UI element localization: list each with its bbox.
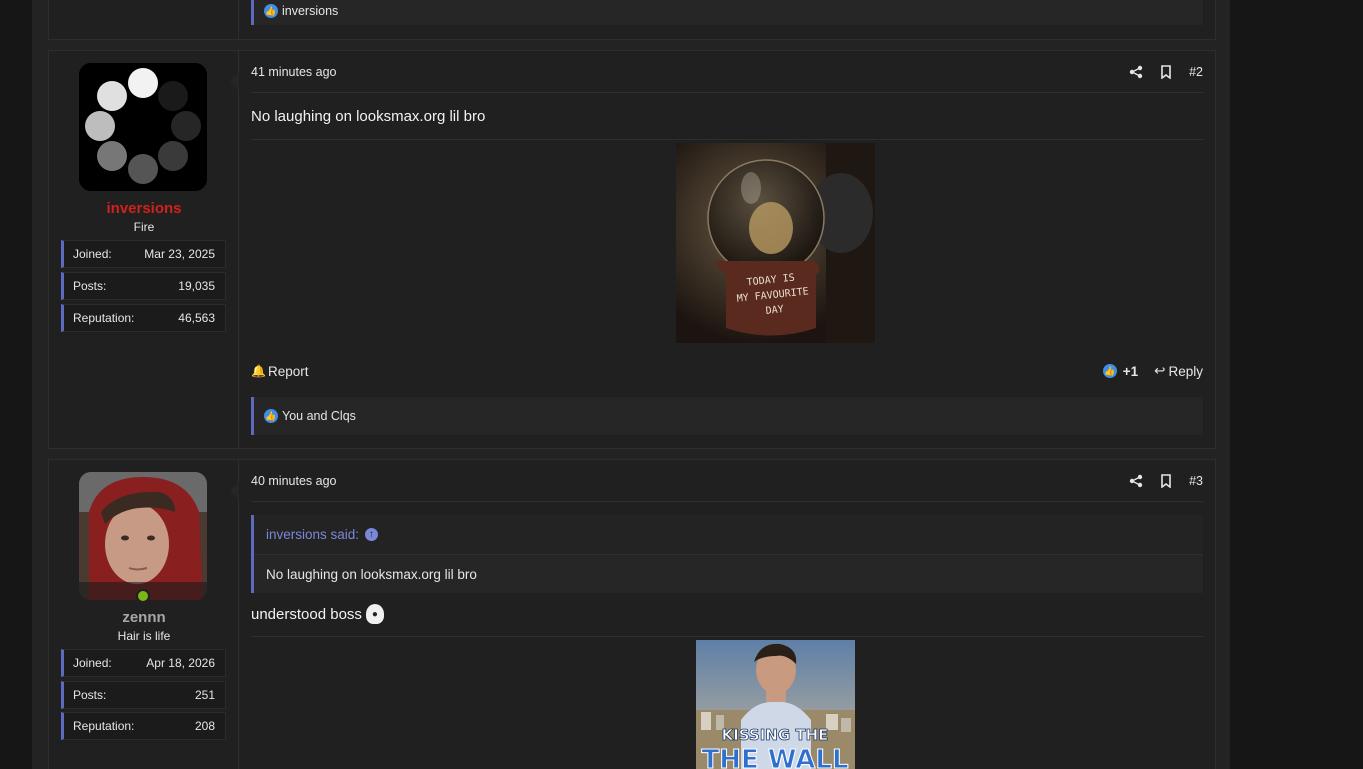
post-footer: 🔔 Report 👍 +1 ↩ Reply [251, 360, 1203, 382]
user-title: Hair is life [117, 629, 171, 643]
post-body-text-content: understood boss [251, 605, 362, 623]
quote-author[interactable]: inversions said: [266, 527, 359, 542]
online-status-indicator [136, 589, 150, 603]
svg-text:THE WALL: THE WALL [701, 745, 848, 769]
share-icon[interactable] [1129, 65, 1143, 79]
bookmark-icon[interactable] [1159, 64, 1173, 79]
header-actions: #3 [1129, 474, 1203, 488]
stat-label: Posts: [73, 688, 107, 702]
reply-label: Reply [1168, 363, 1203, 379]
post-body-text: No laughing on looksmax.org lil bro [251, 108, 486, 125]
svg-text:DAY: DAY [765, 304, 784, 317]
reply-icon: ↩ [1154, 363, 1166, 378]
quote-header[interactable]: inversions said: ↑ [254, 515, 1203, 555]
post-2-message-column: 41 minutes ago #2 No laughing on looksma… [230, 51, 1215, 448]
bookmark-icon[interactable] [1159, 473, 1173, 488]
stat-label: Reputation: [73, 311, 135, 325]
post-timestamp[interactable]: 41 minutes ago [251, 65, 336, 79]
post-2-user-column: inversions Fire Joined: Mar 23, 2025 Pos… [49, 51, 239, 448]
quote-block: inversions said: ↑ No laughing on looksm… [251, 515, 1203, 593]
reactions-text: You and Clqs [282, 409, 356, 423]
reactions-bar[interactable]: 👍 You and Clqs [251, 397, 1203, 435]
avatar[interactable] [79, 63, 207, 191]
post-body-text: understood boss ● [251, 604, 384, 624]
avatar[interactable] [79, 472, 207, 600]
stat-value: Mar 23, 2025 [144, 247, 215, 261]
like-icon: 👍 [264, 409, 278, 423]
report-button[interactable]: Report [268, 364, 309, 379]
stat-value: 208 [194, 719, 215, 733]
stat-joined: Joined: Mar 23, 2025 [61, 240, 226, 268]
message-arrow [230, 73, 239, 91]
loading-spinner-avatar-icon [79, 63, 207, 191]
stat-joined: Joined: Apr 18, 2026 [61, 649, 226, 677]
stat-value: 251 [194, 688, 215, 702]
post-timestamp[interactable]: 40 minutes ago [251, 474, 336, 488]
stat-value: 19,035 [178, 279, 215, 293]
username[interactable]: zennn [49, 609, 239, 626]
quote-body: No laughing on looksmax.org lil bro [266, 566, 477, 582]
share-icon[interactable] [1129, 474, 1143, 488]
post-2: inversions Fire Joined: Mar 23, 2025 Pos… [48, 50, 1216, 449]
bell-icon: 🔔 [251, 364, 266, 378]
post-3-message-column: 40 minutes ago #3 inversions said: ↑ No … [230, 460, 1215, 769]
post-number-link[interactable]: #3 [1189, 474, 1203, 488]
divider [251, 139, 1203, 140]
post-1: 👍 inversions [48, 0, 1216, 40]
snow-globe-image[interactable]: TODAY IS MY FAVOURITE DAY [676, 143, 875, 343]
stat-label: Joined: [73, 656, 112, 670]
arrow-up-circle-icon[interactable]: ↑ [365, 528, 379, 541]
reactions-bar[interactable]: 👍 inversions [251, 0, 1203, 25]
post-1-message-column: 👍 inversions [239, 0, 1215, 39]
post-3: zennn Hair is life Joined: Apr 18, 2026 … [48, 459, 1216, 769]
username[interactable]: inversions [49, 200, 239, 217]
divider [251, 636, 1203, 637]
footer-right: 👍 +1 ↩ Reply [1102, 363, 1203, 379]
footer-left: 🔔 Report [251, 364, 308, 379]
message-arrow [230, 482, 239, 500]
post-1-user-column [49, 0, 239, 39]
stat-value: Apr 18, 2026 [146, 656, 215, 670]
header-actions: #2 [1129, 65, 1203, 79]
user-title: Fire [133, 220, 155, 234]
stat-label: Joined: [73, 247, 112, 261]
stat-value: 46,563 [178, 311, 215, 325]
message-header: 41 minutes ago #2 [251, 51, 1203, 93]
stat-label: Posts: [73, 279, 107, 293]
stat-label: Reputation: [73, 719, 135, 733]
reactions-text: inversions [282, 4, 339, 18]
poster-image[interactable]: KISSING THE THE WALL [696, 640, 855, 769]
post-number-link[interactable]: #2 [1189, 65, 1203, 79]
like-button[interactable]: 👍 +1 [1102, 363, 1139, 379]
stat-posts: Posts: 251 [61, 681, 226, 709]
like-count: +1 [1122, 363, 1139, 379]
stat-reputation: Reputation: 46,563 [61, 304, 226, 332]
reply-button[interactable]: ↩ Reply [1154, 363, 1203, 379]
message-header: 40 minutes ago #3 [251, 460, 1203, 502]
avatar-photo-icon [79, 472, 207, 600]
page-left-gutter [0, 0, 32, 769]
post-3-user-column: zennn Hair is life Joined: Apr 18, 2026 … [49, 460, 239, 769]
stat-posts: Posts: 19,035 [61, 272, 226, 300]
page-right-gutter [1230, 0, 1363, 769]
stat-reputation: Reputation: 208 [61, 712, 226, 740]
like-icon: 👍 [1102, 364, 1117, 378]
skull-emoji-icon: ● [365, 604, 384, 624]
svg-text:KISSING THE: KISSING THE [722, 726, 829, 744]
like-icon: 👍 [264, 4, 278, 18]
